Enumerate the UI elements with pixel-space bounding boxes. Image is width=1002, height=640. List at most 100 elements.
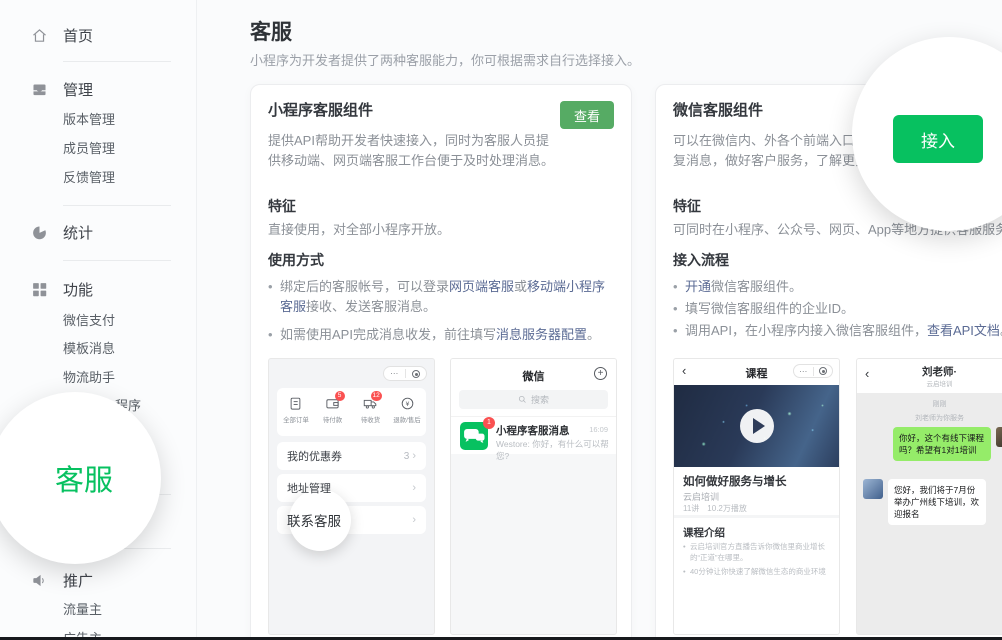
chevron-right-icon: ›: [412, 450, 416, 462]
row-value: 3: [404, 451, 410, 462]
usage-bullet: 如需使用API完成消息收发，前往填写消息服务器配置。: [268, 325, 614, 345]
home-icon: [31, 27, 48, 44]
svg-text:¥: ¥: [405, 401, 409, 408]
chat-page-screenshot: ‹ 刘老师· 云启培训 ··· 刚刚 刘老师为你服务 你好，这个有线下课程吗？希…: [856, 358, 1002, 635]
sidebar-item-member-manage[interactable]: 成员管理: [63, 138, 196, 160]
refund-item: ¥ 退款/售后: [389, 388, 426, 436]
flow-label: 接入流程: [673, 251, 1002, 269]
miniprogram-capsule: ···: [793, 364, 833, 378]
plus-icon: +: [594, 367, 607, 380]
unread-badge: 1: [483, 417, 495, 429]
bullet-text: 或: [514, 279, 527, 294]
bullet-text: 。: [587, 327, 600, 342]
video-thumbnail: [674, 385, 839, 467]
sidebar-item-features[interactable]: 功能: [31, 276, 196, 302]
wechat-list-screenshot: 微信 + 搜索 1 小程序客服消息 Westore: 你好，有什么可: [450, 358, 617, 635]
bullet-text: 如需使用API完成消息收发，前往填写: [280, 327, 496, 342]
close-target-icon: [814, 367, 833, 375]
shortcut-label: 全部订单: [283, 415, 309, 424]
card-description: 提供API帮助开发者快速接入，同时为客服人员提供移动端、网页端客服工作台便于及时…: [268, 131, 560, 171]
agent-avatar: [863, 479, 883, 499]
video-title: 如何做好服务与增长: [683, 473, 787, 489]
flow-bullet: 填写微信客服组件的企业ID。: [673, 299, 1002, 319]
agent-message-bubble: 您好，我们将于7月份举办广州线下培训，欢迎报名: [888, 479, 986, 525]
search-icon: [518, 395, 527, 404]
page-subtitle: 小程序为开发者提供了两种客服能力，你可根据需求自行选择接入。: [250, 50, 640, 69]
badge: 5: [335, 391, 345, 401]
search-placeholder: 搜索: [531, 393, 549, 406]
wechat-title: 微信: [451, 368, 616, 384]
refund-icon: ¥: [400, 396, 415, 411]
video-meta: 11讲 10.2万播放: [683, 503, 747, 514]
pie-chart-icon: [31, 224, 48, 241]
chevron-right-icon: ›: [412, 482, 416, 494]
intro-bullet: 40分钟让你快速了解微信生态的商业环境: [683, 566, 832, 577]
sidebar-item-feedback-manage[interactable]: 反馈管理: [63, 167, 196, 189]
shortcut-label: 待收货: [360, 415, 379, 424]
agent-name: 刘老师·: [857, 364, 1002, 379]
feature-label: 特征: [268, 197, 614, 215]
sidebar-divider: [63, 205, 171, 206]
api-doc-link[interactable]: 查看API文档: [927, 323, 1000, 338]
connect-button[interactable]: 接入: [893, 115, 983, 163]
order-list-icon: [288, 396, 303, 411]
orders-page-screenshot: ··· 全部订单 5 待付款: [268, 358, 435, 635]
page-title: 客服: [250, 16, 292, 46]
sidebar-item-promotion[interactable]: 推广: [31, 567, 196, 593]
system-message: 刘老师为你服务: [857, 413, 1002, 423]
mini-program-service-card: 小程序客服组件 提供API帮助开发者快速接入，同时为客服人员提供移动端、网页端客…: [250, 84, 632, 640]
user-message-bubble: 你好，这个有线下课程吗？希望有1对1培训: [893, 427, 991, 461]
sidebar-item-stats[interactable]: 统计: [31, 219, 196, 245]
message-server-config-link[interactable]: 消息服务器配置: [496, 327, 587, 342]
coupons-row: 我的优惠券 3›: [277, 442, 426, 470]
shortcut-label: 退款/售后: [394, 415, 422, 424]
sidebar-item-version-manage[interactable]: 版本管理: [63, 109, 196, 131]
sidebar-item-label: 推广: [63, 570, 93, 591]
row-label: 我的优惠券: [287, 448, 342, 464]
sidebar-item-label: 首页: [63, 25, 93, 46]
chat-list-item: 1 小程序客服消息 Westore: 你好，有什么可以帮您? 16:09: [451, 416, 616, 454]
search-bar: 搜索: [459, 390, 608, 409]
sidebar-item-manage[interactable]: 管理: [31, 76, 196, 102]
sidebar-item-label: 管理: [63, 79, 93, 100]
bullet-text: 填写微信客服组件的企业ID。: [685, 301, 854, 316]
bullet-text: 微信客服组件。: [711, 279, 802, 294]
row-label: 地址管理: [287, 480, 331, 496]
sidebar-item-logistics[interactable]: 物流助手: [63, 367, 196, 389]
to-pay-item: 5 待付款: [314, 388, 351, 436]
sidebar-item-home[interactable]: 首页: [31, 22, 196, 48]
more-icon: ···: [794, 365, 813, 378]
spotlight-customer-service-item[interactable]: 客服: [55, 457, 113, 499]
megaphone-icon: [31, 572, 48, 589]
usage-bullet: 绑定后的客服帐号，可以登录网页端客服或移动端小程序客服接收、发送客服消息。: [268, 277, 614, 317]
intro-bullet: 云启培训官方直播告诉你微信里商业增长的“正道”在哪里。: [683, 541, 832, 563]
section-divider: [674, 515, 839, 518]
badge: 12: [371, 391, 382, 401]
grid-icon: [31, 281, 48, 298]
activate-link[interactable]: 开通: [685, 279, 711, 294]
chat-header: ‹ 刘老师· 云启培训 ···: [857, 359, 1002, 393]
sidebar-divider: [63, 61, 171, 62]
sidebar-divider: [63, 260, 171, 261]
shortcut-label: 待付款: [323, 415, 342, 424]
video-provider: 云启培训: [683, 490, 719, 503]
card-title: 小程序客服组件: [268, 101, 560, 121]
web-service-link[interactable]: 网页端客服: [449, 279, 514, 294]
bullet-text: 绑定后的客服帐号，可以登录: [280, 279, 449, 294]
play-icon: [740, 409, 774, 443]
intro-label: 课程介绍: [683, 525, 725, 540]
more-icon: ···: [384, 367, 405, 380]
inbox-icon: [31, 81, 48, 98]
miniprogram-capsule: ···: [383, 366, 427, 381]
sidebar-item-label: 功能: [63, 279, 93, 300]
flow-bullet: 开通微信客服组件。: [673, 277, 1002, 297]
sidebar-item-template-message[interactable]: 模板消息: [63, 338, 196, 360]
chat-time: 16:09: [589, 425, 608, 434]
sidebar-item-wechat-pay[interactable]: 微信支付: [63, 310, 196, 332]
sidebar-item-traffic-owner[interactable]: 流量主: [63, 599, 196, 621]
feature-text: 直接使用，对全部小程序开放。: [268, 221, 614, 239]
chat-title: 小程序客服消息: [496, 423, 570, 438]
view-button[interactable]: 查看: [560, 101, 614, 129]
course-page-screenshot: ‹ 课程 ··· 如何做好服务与增长 云启培训 11讲 10.2万播放 课程介绍: [673, 358, 840, 635]
chevron-right-icon: ›: [412, 514, 416, 526]
